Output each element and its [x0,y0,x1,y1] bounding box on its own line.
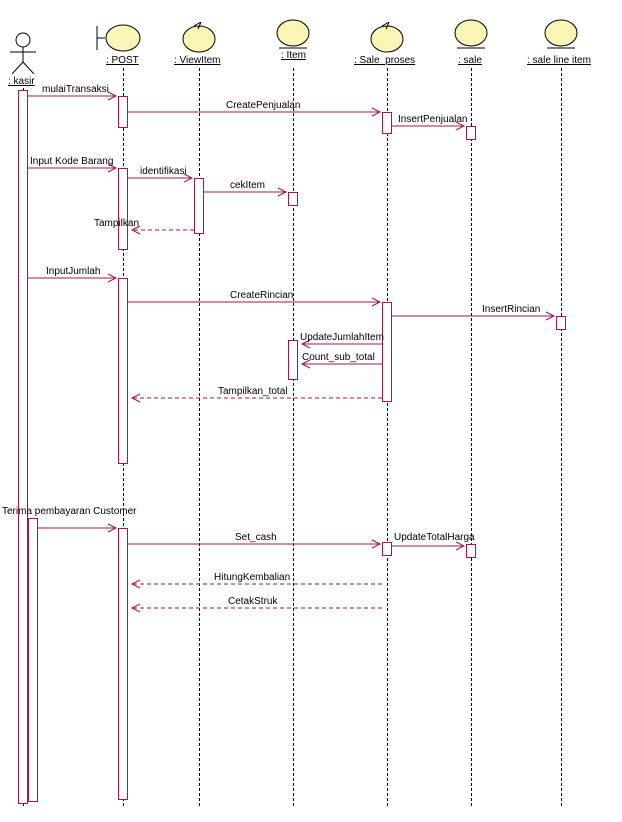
msg-tampilkan-label: Tampilkan [94,218,139,229]
msg-tampilkanTotal-label: Tampilkan_total [218,386,287,397]
object-saleproses [367,22,407,54]
lifeline-saleproses [387,68,388,806]
msg-inputJumlah-label: InputJumlah [46,266,100,277]
object-viewitem-label: : ViewItem [174,55,221,66]
sequence-diagram: : kasir : POST : ViewItem : Item : Sale_… [0,0,622,822]
activation-item-2 [288,340,298,380]
activation-post-4 [118,528,128,800]
object-salelineitem [541,18,581,54]
msg-cetakStruk-label: CetakStruk [228,596,277,607]
msg-cekItem-label: cekItem [230,180,265,191]
activation-kasir [18,90,28,804]
object-sale [451,18,491,54]
object-salelineitem-label: : sale line item [527,55,591,66]
msg-identifikasi-label: identifikasi [140,166,187,177]
msg-mulaiTransaksi-label: mulaiTransaksi [42,84,109,95]
msg-inputKodeBarang-label: Input Kode Barang [30,156,113,167]
object-post-label: : POST [106,55,139,66]
object-item [273,18,313,54]
msg-countSubTotal-label: Count_sub_total [302,352,375,363]
msg-terimaPembayaran [38,523,120,533]
activation-post-2 [118,168,128,250]
activation-kasir-4 [28,518,38,802]
actor-kasir-label: : kasir [8,76,35,87]
msg-updateTotalHarga-label: UpdateTotalHarga [394,532,475,543]
object-item-label: : Item [281,50,306,61]
activation-saleproses-2 [382,302,392,402]
msg-createPenjualan-label: CreatePenjualan [226,100,301,111]
object-post [95,22,143,54]
activation-post-3 [118,278,128,464]
msg-insertPenjualan-label: InsertPenjualan [398,114,468,125]
msg-terimaPembayaran-label: Terima pembayaran Customer [2,506,137,517]
lifeline-salelineitem [561,68,562,806]
object-saleproses-label: : Sale_proses [354,55,415,66]
lifeline-item [293,68,294,806]
msg-hitungKembalian-label: HitungKembalian [214,572,290,583]
actor-kasir [6,32,40,77]
object-sale-label: : sale [458,55,482,66]
msg-createRincian-label: CreateRincian [230,290,293,301]
lifeline-sale [471,68,472,806]
object-viewitem [179,22,219,54]
msg-updateJumlahItem-label: UpdateJumlahItem [300,332,384,343]
msg-setCash-label: Set_cash [235,532,277,543]
msg-insertRincian-label: InsertRincian [482,304,540,315]
